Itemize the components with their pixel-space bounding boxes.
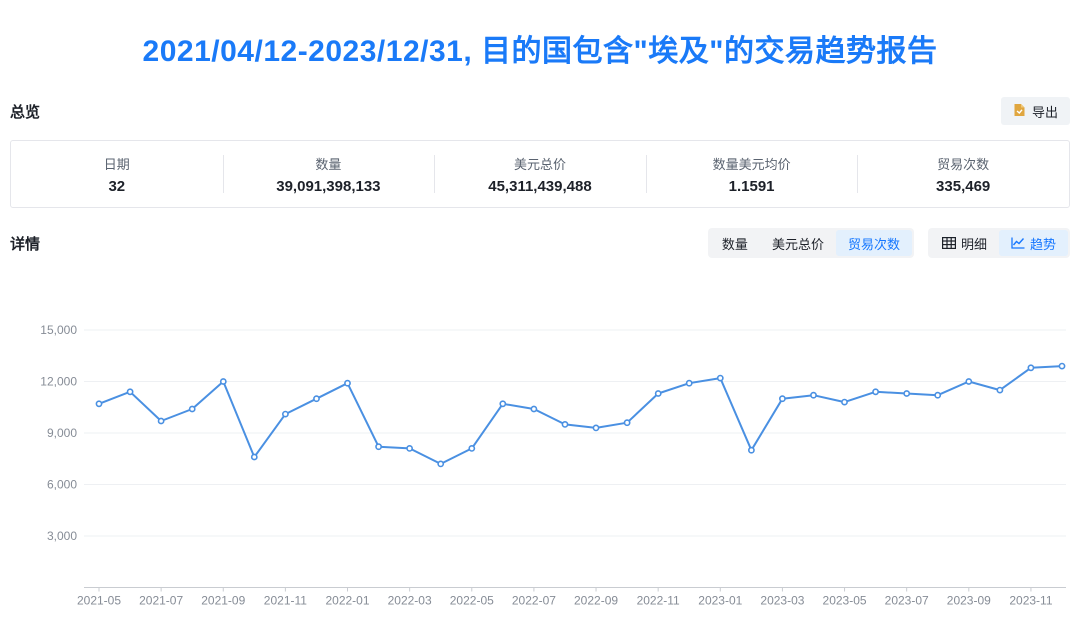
data-point[interactable]: 2021-06: 11,400 bbox=[128, 389, 133, 394]
data-point[interactable]: 2022-12: 11,900 bbox=[687, 381, 692, 386]
data-point[interactable]: 2021-05: 10,700 bbox=[96, 401, 101, 406]
x-tick-label: 2023-05 bbox=[823, 594, 867, 608]
y-tick-label: 12,000 bbox=[40, 375, 77, 389]
tab-trend-label: 趋势 bbox=[1030, 234, 1056, 253]
x-tick-label: 2023-03 bbox=[760, 594, 804, 608]
data-point[interactable]: 2022-11: 11,300 bbox=[656, 391, 661, 396]
stat-label: 数量美元均价 bbox=[713, 154, 791, 173]
x-tick-label: 2021-05 bbox=[77, 594, 121, 608]
trend-report-page: 2021/04/12-2023/12/31, 目的国包含"埃及"的交易趋势报告 … bbox=[0, 26, 1080, 628]
detail-header: 详情 数量 美元总价 贸易次数 bbox=[10, 228, 1070, 258]
stat-trade-count: 贸易次数 335,469 bbox=[857, 141, 1069, 207]
x-tick-label: 2022-03 bbox=[388, 594, 432, 608]
stat-date: 日期 32 bbox=[11, 141, 223, 207]
stat-value: 32 bbox=[108, 178, 125, 195]
data-point[interactable]: 2022-01: 11,900 bbox=[345, 381, 350, 386]
data-point[interactable]: 2021-08: 10,400 bbox=[190, 406, 195, 411]
x-tick-label: 2023-11 bbox=[1009, 594, 1052, 608]
x-tick-label: 2021-07 bbox=[139, 594, 183, 608]
tab-detail-label: 明细 bbox=[961, 234, 987, 253]
export-document-icon bbox=[1013, 103, 1026, 120]
data-point[interactable]: 2021-10: 7,600 bbox=[252, 454, 257, 459]
x-tick-label: 2022-09 bbox=[574, 594, 618, 608]
line-chart-icon bbox=[1011, 237, 1025, 249]
tab-usd-total[interactable]: 美元总价 bbox=[760, 230, 836, 256]
stat-label: 数量 bbox=[315, 154, 341, 173]
data-point[interactable]: 2023-10: 11,500 bbox=[997, 388, 1002, 393]
x-tick-label: 2023-09 bbox=[947, 594, 991, 608]
stat-label: 贸易次数 bbox=[937, 154, 989, 173]
x-tick-label: 2023-01 bbox=[698, 594, 742, 608]
trend-line bbox=[99, 366, 1062, 464]
data-point[interactable]: 2023-07: 11,300 bbox=[904, 391, 909, 396]
data-point[interactable]: 2021-07: 9,700 bbox=[159, 418, 164, 423]
detail-tab-area: 数量 美元总价 贸易次数 明细 bbox=[708, 228, 1070, 258]
x-tick-label: 2022-01 bbox=[325, 594, 369, 608]
stat-label: 日期 bbox=[104, 154, 130, 173]
data-point[interactable]: 2022-06: 10,700 bbox=[500, 401, 505, 406]
y-tick-label: 9,000 bbox=[47, 426, 77, 440]
data-point[interactable]: 2022-08: 9,500 bbox=[562, 422, 567, 427]
stat-avg-price: 数量美元均价 1.1591 bbox=[646, 141, 858, 207]
data-point[interactable]: 2023-11: 12,800 bbox=[1028, 365, 1033, 370]
stat-value: 1.1591 bbox=[729, 178, 775, 195]
data-point[interactable]: 2021-12: 11,000 bbox=[314, 396, 319, 401]
overview-stats-card: 日期 32 数量 39,091,398,133 美元总价 45,311,439,… bbox=[10, 140, 1070, 208]
tab-trend-view[interactable]: 趋势 bbox=[999, 230, 1068, 256]
overview-header: 总览 导出 bbox=[10, 97, 1070, 125]
stat-value: 45,311,439,488 bbox=[488, 178, 591, 195]
stat-value: 335,469 bbox=[936, 178, 990, 195]
trend-line-chart[interactable]: 3,000 6,000 9,000 12,000 15,000 2021-05 2021-0… bbox=[0, 302, 1080, 628]
table-grid-icon bbox=[942, 237, 956, 249]
data-point[interactable]: 2023-08: 11,200 bbox=[935, 393, 940, 398]
page-title: 2021/04/12-2023/12/31, 目的国包含"埃及"的交易趋势报告 bbox=[0, 26, 1080, 70]
metric-tab-group: 数量 美元总价 贸易次数 bbox=[708, 228, 914, 258]
x-tick-label: 2021-11 bbox=[264, 594, 307, 608]
data-point[interactable]: 2022-03: 8,100 bbox=[407, 446, 412, 451]
data-point[interactable]: 2022-10: 9,600 bbox=[625, 420, 630, 425]
data-point[interactable]: 2023-09: 12,000 bbox=[966, 379, 971, 384]
view-tab-group: 明细 趋势 bbox=[928, 228, 1070, 258]
data-point[interactable]: 2021-09: 12,000 bbox=[221, 379, 226, 384]
data-point[interactable]: 2021-11: 10,100 bbox=[283, 412, 288, 417]
data-point[interactable]: 2023-03: 11,000 bbox=[780, 396, 785, 401]
y-tick-label: 15,000 bbox=[40, 323, 77, 337]
data-point[interactable]: 2022-04: 7,200 bbox=[438, 461, 443, 466]
stat-label: 美元总价 bbox=[514, 154, 566, 173]
overview-heading: 总览 bbox=[10, 101, 40, 122]
stat-quantity: 数量 39,091,398,133 bbox=[223, 141, 435, 207]
data-point[interactable]: 2022-09: 9,300 bbox=[593, 425, 598, 430]
x-tick-label: 2021-09 bbox=[201, 594, 245, 608]
x-tick-label: 2023-07 bbox=[885, 594, 929, 608]
x-tick-label: 2022-11 bbox=[637, 594, 680, 608]
stat-value: 39,091,398,133 bbox=[276, 178, 380, 195]
data-point[interactable]: 2023-04: 11,200 bbox=[811, 393, 816, 398]
detail-heading: 详情 bbox=[10, 233, 40, 254]
data-point[interactable]: 2022-02: 8,200 bbox=[376, 444, 381, 449]
tab-quantity[interactable]: 数量 bbox=[710, 230, 760, 256]
data-point[interactable]: 2022-07: 10,400 bbox=[531, 406, 536, 411]
data-point[interactable]: 2022-05: 8,100 bbox=[469, 446, 474, 451]
y-tick-label: 6,000 bbox=[47, 478, 77, 492]
tab-trade-count[interactable]: 贸易次数 bbox=[836, 230, 912, 256]
x-tick-label: 2022-05 bbox=[450, 594, 494, 608]
tab-detail-view[interactable]: 明细 bbox=[930, 230, 999, 256]
x-tick-label: 2022-07 bbox=[512, 594, 556, 608]
data-point[interactable]: 2023-02: 8,000 bbox=[749, 448, 754, 453]
y-tick-label: 3,000 bbox=[47, 529, 77, 543]
export-button[interactable]: 导出 bbox=[1001, 97, 1070, 125]
data-point[interactable]: 2023-05: 10,800 bbox=[842, 400, 847, 405]
data-point[interactable]: 2023-12: 12,900 bbox=[1059, 364, 1064, 369]
export-button-label: 导出 bbox=[1032, 102, 1058, 121]
data-point[interactable]: 2023-01: 12,200 bbox=[718, 376, 723, 381]
stat-usd-total: 美元总价 45,311,439,488 bbox=[434, 141, 646, 207]
data-point[interactable]: 2023-06: 11,400 bbox=[873, 389, 878, 394]
